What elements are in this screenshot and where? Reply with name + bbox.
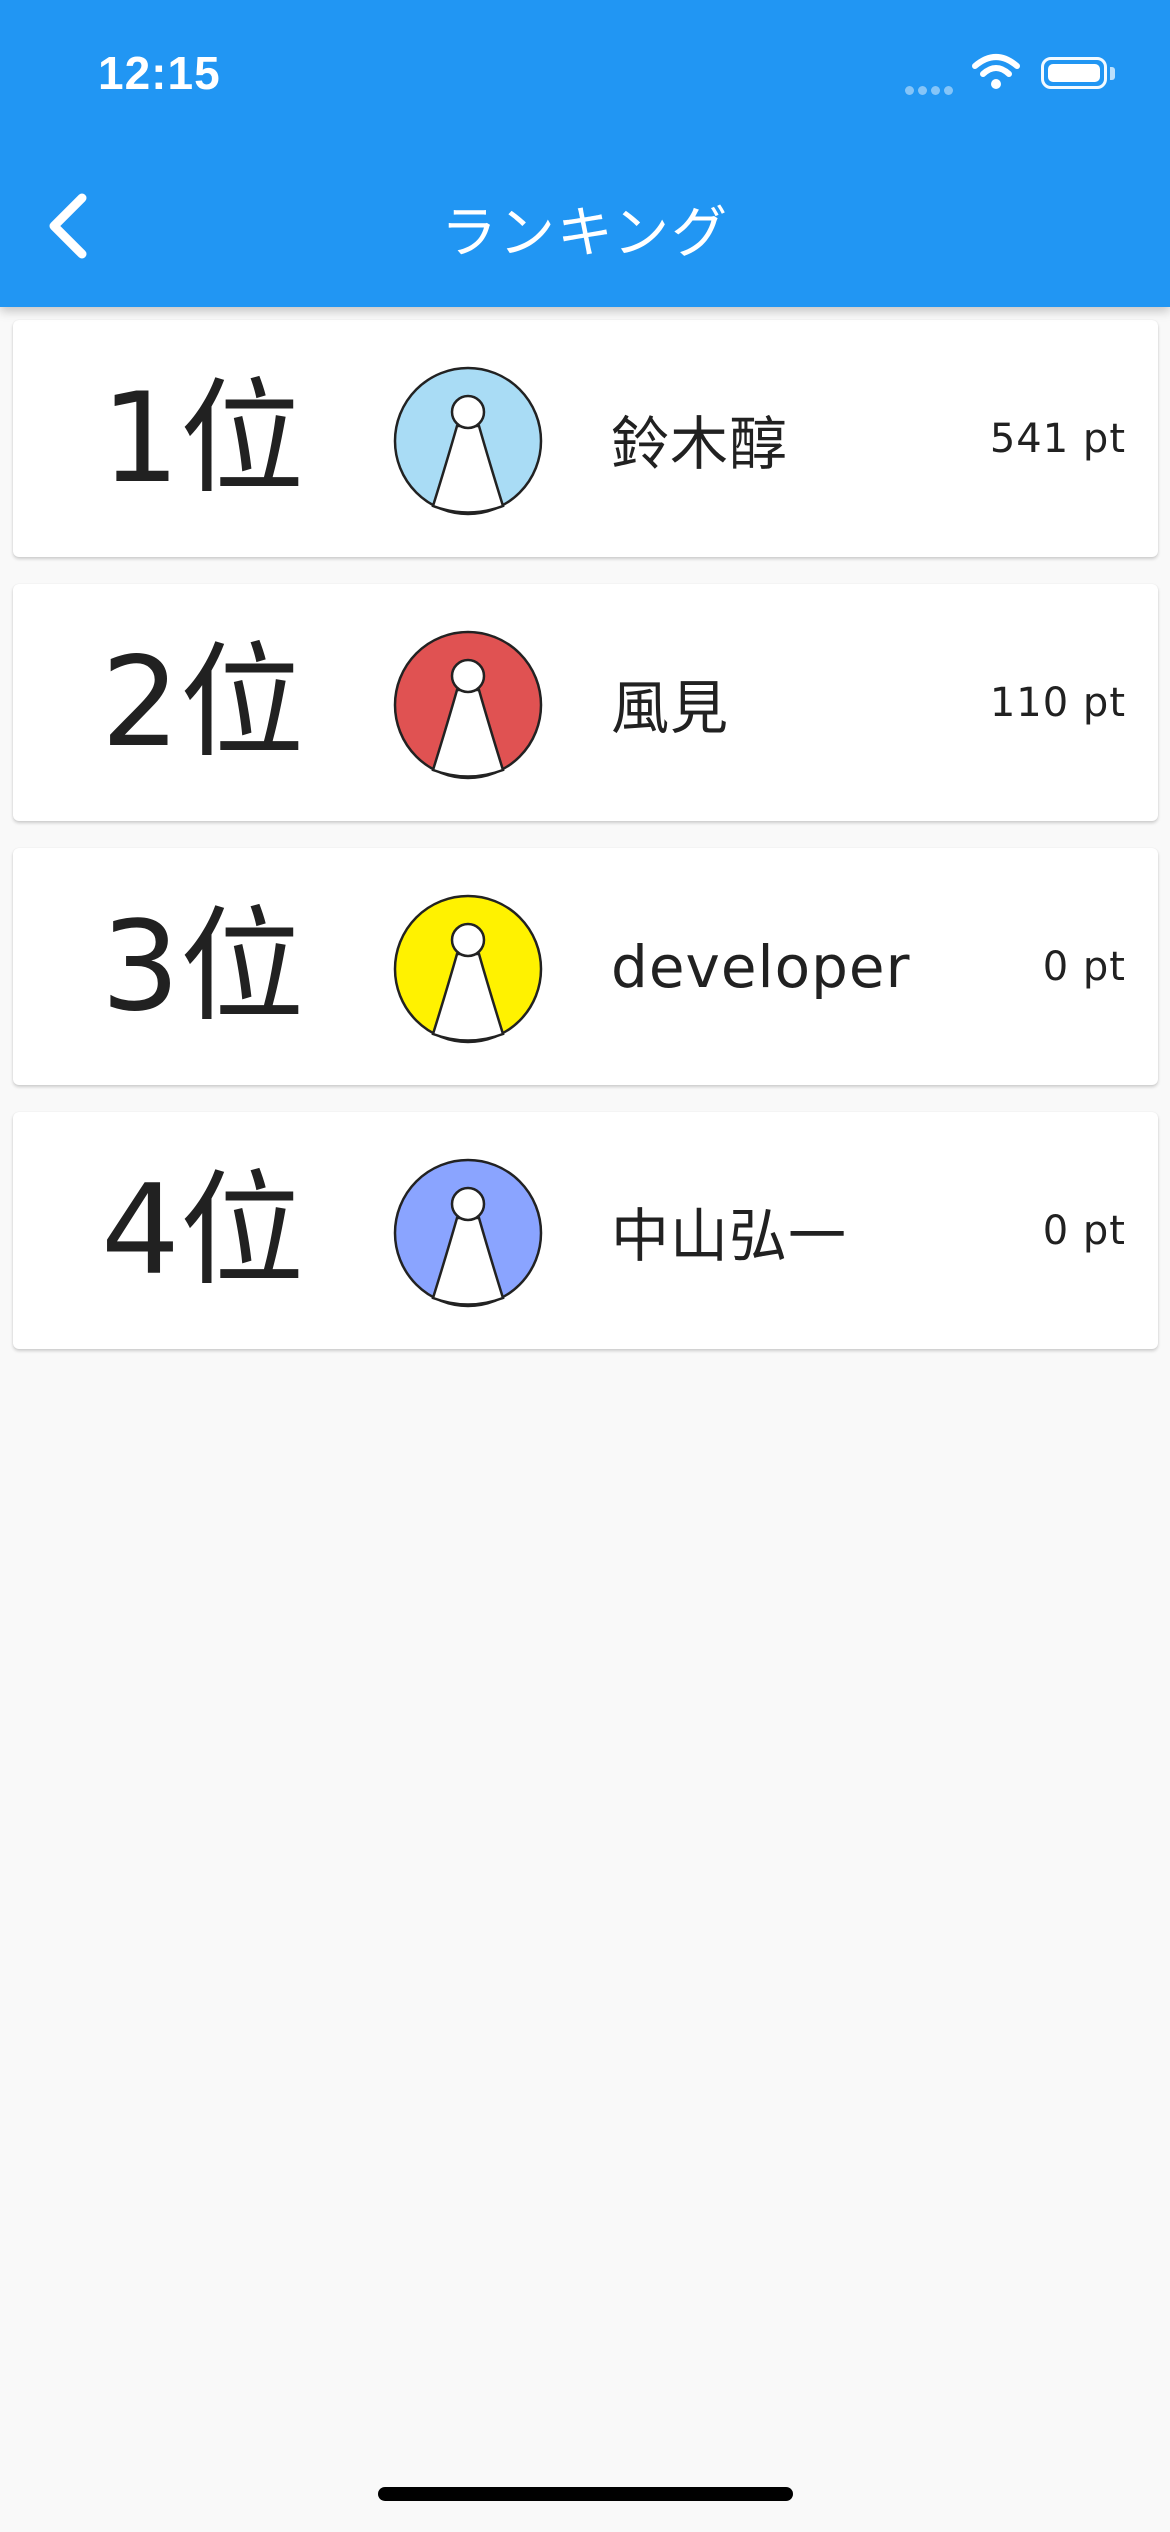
player-points: 0 pt — [1042, 1207, 1126, 1254]
home-indicator[interactable] — [378, 2487, 793, 2501]
ranking-row-1[interactable]: 1位 鈴木醇 541 pt — [13, 320, 1158, 557]
player-points: 541 pt — [989, 415, 1126, 462]
player-points: 0 pt — [1042, 943, 1126, 990]
player-name: 中山弘一 — [611, 1201, 848, 1270]
player-points: 110 pt — [989, 679, 1126, 726]
avatar-pawn-icon — [393, 894, 543, 1044]
ranking-row-3[interactable]: 3位 developer 0 pt — [13, 848, 1158, 1085]
player-name: 風見 — [611, 673, 730, 742]
battery-cap — [1110, 67, 1115, 80]
wifi-icon — [972, 54, 1020, 89]
rank-label: 1位 — [101, 366, 304, 511]
rank-label: 4位 — [101, 1158, 304, 1303]
avatar-pawn-icon — [393, 1158, 543, 1308]
cellular-signal-icon — [905, 80, 959, 95]
rank-label: 2位 — [101, 630, 304, 775]
page-title: ランキング — [440, 201, 730, 266]
player-name: developer — [611, 932, 911, 1001]
avatar-pawn-icon — [393, 366, 543, 516]
ranking-row-2[interactable]: 2位 風見 110 pt — [13, 584, 1158, 821]
ranking-list: 1位 鈴木醇 541 pt 2位 風見 110 pt 3位 developer … — [13, 320, 1158, 1376]
rank-label: 3位 — [101, 894, 304, 1039]
app-bar: 12:15 ランキング — [0, 0, 1170, 307]
status-time: 12:15 — [98, 47, 221, 99]
ranking-row-4[interactable]: 4位 中山弘一 0 pt — [13, 1112, 1158, 1349]
battery-icon — [1041, 57, 1107, 89]
avatar-pawn-icon — [393, 630, 543, 780]
player-name: 鈴木醇 — [611, 409, 789, 478]
